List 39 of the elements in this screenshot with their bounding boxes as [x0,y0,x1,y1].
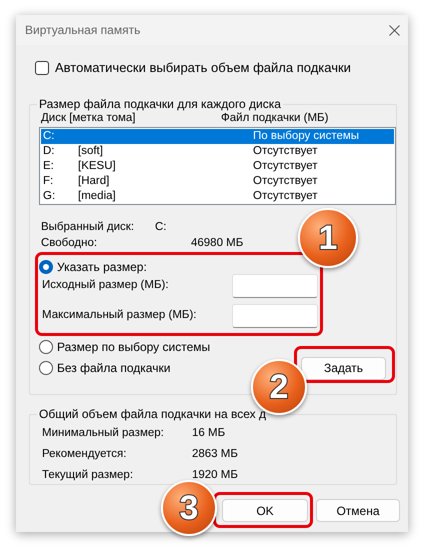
drive-row[interactable]: C: По выбору системы [41,129,394,144]
radio-label[interactable]: Размер по выбору системы [57,338,210,356]
dialog-button[interactable]: OK [222,499,308,522]
radio-button[interactable] [39,340,53,354]
dialog-button[interactable]: Отмена [316,499,400,522]
input-field[interactable] [232,304,318,328]
checkbox-label[interactable]: Автоматически выбирать объем файла подкачки [55,58,351,78]
info-value: 1920 МБ [192,468,238,483]
info-label: Текущий размер: [42,468,134,483]
column-header: Диск [метка тома] [41,111,136,126]
info-label: Свободно: [41,236,98,251]
field-label: Максимальный размер (МБ): [42,308,196,324]
field-label: Исходный размер (МБ): [42,278,169,294]
radio-button[interactable] [39,361,53,375]
window-title: Виртуальная память [25,22,140,39]
drive-row[interactable]: F: [Hard] Отсутствует [41,174,394,189]
radio-button[interactable] [39,260,53,274]
callout-number: 2 [270,366,288,408]
checkbox[interactable] [35,61,49,75]
info-label: Рекомендуется: [42,446,128,462]
info-value: 46980 МБ [191,236,244,251]
info-value: C: [155,220,166,235]
radio-label[interactable]: Без файла подкачки [57,359,170,377]
input-field[interactable] [232,274,318,298]
close-icon[interactable] [389,24,400,36]
drive-row[interactable]: D: [soft] Отсутствует [41,144,394,159]
callout-number: 3 [180,488,198,528]
radio-label[interactable]: Указать размер: [57,258,147,276]
info-label: Выбранный диск: [41,220,136,235]
drive-row[interactable]: E: [KESU] Отсутствует [41,159,394,174]
column-header: Файл подкачки (МБ) [221,111,328,126]
callout-number: 1 [318,218,338,258]
group-title: Размер файла подкачки для каждого диска [37,97,283,111]
set-button[interactable]: Задать [301,356,386,380]
info-label: Минимальный размер: [42,426,165,441]
drive-row[interactable]: G: [media] Отсутствует [41,189,394,204]
group-title: Общий объем файла подкачки на всех д [37,407,268,421]
info-value: 2863 МБ [192,446,238,462]
info-value: 16 МБ [192,426,226,441]
